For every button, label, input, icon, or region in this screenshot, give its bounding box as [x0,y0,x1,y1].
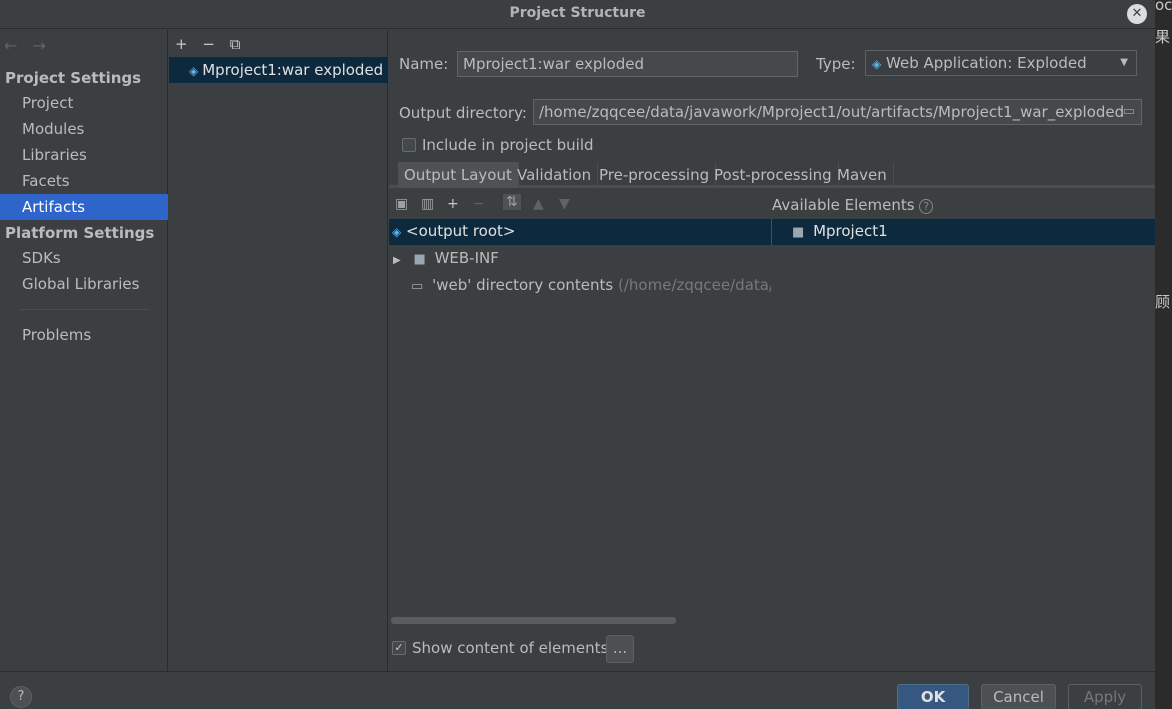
sidebar-item-problems[interactable]: Problems [0,322,168,348]
artifact-root-icon: ◈ [392,225,402,239]
artifacts-toolbar: + − ⧉ [175,35,250,53]
name-label: Name: [399,55,449,73]
back-arrow-icon[interactable]: ← [4,36,17,55]
tree-item-output-root[interactable]: ◈ <output root> [392,222,515,240]
sort-icon[interactable]: ⇅ [503,194,521,210]
close-button[interactable]: ✕ [1127,4,1147,24]
project-settings-heading: Project Settings [5,69,142,87]
archive-icon[interactable]: ▥ [421,196,434,212]
tree-item-path: (/home/zqqcee/data/java [618,276,771,294]
output-layout-tree: ◈ <output root> ▶ ■ WEB-INF ▭ 'web' dire… [389,219,1155,619]
folder-icon: ▭ [411,279,424,294]
platform-settings-heading: Platform Settings [5,224,155,242]
sidebar-item-global-libraries[interactable]: Global Libraries [0,271,168,297]
copy-icon[interactable]: ⧉ [230,35,241,53]
available-item-mproject1[interactable]: ■ Mproject1 [792,222,888,240]
module-folder-icon: ■ [792,225,805,240]
artifact-list-item[interactable]: ◈ Mproject1:war exploded [169,57,388,83]
folder-icon: ■ [413,252,426,267]
background-window-strip: oc 果 顾 [1155,0,1172,709]
tree-item-label: WEB-INF [434,249,499,267]
add-element-icon[interactable]: + [447,196,459,212]
folder-browse-icon[interactable]: ▭ [1123,100,1135,124]
show-content-checkbox[interactable]: ✓ [392,641,406,655]
background-text: 顾 [1155,293,1171,311]
available-elements-header: Available Elements ? [772,196,934,214]
sidebar-item-modules[interactable]: Modules [0,116,168,142]
new-folder-icon[interactable]: ▣ [395,196,408,212]
move-down-icon[interactable]: ▼ [559,196,570,212]
include-in-build-label: Include in project build [422,136,594,154]
sidebar-item-sdks[interactable]: SDKs [0,245,168,271]
settings-sidebar: ← → Project Settings Project Modules Lib… [0,30,168,671]
move-up-icon[interactable]: ▲ [533,196,544,212]
title-bar: Project Structure ✕ [0,0,1155,29]
chevron-down-icon: ▼ [1120,57,1128,68]
more-options-button[interactable]: ... [606,635,634,663]
output-layout-toolbar: ▣ ▥ + − ⇅ ▲ ▼ Available Elements ? [389,192,1155,218]
sidebar-item-project[interactable]: Project [0,90,168,116]
tree-item-label: 'web' directory contents [432,276,614,294]
add-icon[interactable]: + [175,35,188,53]
help-icon[interactable]: ? [919,199,934,214]
tab-pre-processing[interactable]: Pre-processing [593,162,717,188]
ok-button[interactable]: OK [897,684,969,709]
sidebar-divider [20,309,150,310]
remove-icon[interactable]: − [202,35,215,53]
expand-arrow-icon[interactable]: ▶ [393,255,401,266]
horizontal-scrollbar[interactable] [391,617,676,624]
type-select-value: Web Application: Exploded [886,54,1087,72]
apply-button[interactable]: Apply [1068,684,1142,709]
type-select[interactable]: ◈ Web Application: Exploded ▼ [865,50,1137,76]
background-text: oc [1155,0,1172,14]
output-dir-value: /home/zqqcee/data/javawork/Mproject1/out… [539,103,1125,121]
name-field[interactable]: Mproject1:war exploded [457,51,798,77]
output-dir-label: Output directory: [399,104,527,122]
tree-item-web-inf[interactable]: ▶ ■ WEB-INF [393,249,499,267]
help-button[interactable]: ? [10,686,32,708]
sidebar-item-libraries[interactable]: Libraries [0,142,168,168]
cancel-button[interactable]: Cancel [981,684,1056,709]
available-elements-label: Available Elements [772,196,915,214]
dialog-footer: ? OK Cancel Apply [0,671,1155,709]
history-arrows: ← → [4,36,56,55]
close-icon: ✕ [1131,6,1143,21]
tree-item-label: <output root> [406,222,516,240]
tab-validation[interactable]: Validation [511,162,599,188]
web-app-icon: ◈ [872,57,882,71]
artifacts-list-panel: + − ⧉ ◈ Mproject1:war exploded [169,30,388,671]
window-title: Project Structure [509,5,646,21]
tab-bar: Output Layout Validation Pre-processing … [389,162,1155,188]
tree-item-web-dir-contents[interactable]: ▭ 'web' directory contents (/home/zqqcee… [411,276,771,294]
tab-maven[interactable]: Maven [831,162,894,188]
tree-divider[interactable] [771,219,772,245]
include-in-build-checkbox[interactable] [402,138,416,152]
available-item-label: Mproject1 [813,222,888,240]
tab-post-processing[interactable]: Post-processing [708,162,839,188]
background-text: 果 [1155,28,1171,46]
sidebar-item-facets[interactable]: Facets [0,168,168,194]
forward-arrow-icon[interactable]: → [33,36,46,55]
artifact-editor: Name: Mproject1:war exploded Type: ◈ Web… [389,30,1155,671]
web-artifact-icon: ◈ [189,64,199,78]
artifact-label: Mproject1:war exploded [202,61,384,79]
output-dir-field[interactable]: /home/zqqcee/data/javawork/Mproject1/out… [533,99,1142,125]
remove-element-icon[interactable]: − [473,196,485,212]
tab-output-layout[interactable]: Output Layout [398,162,519,188]
type-label: Type: [816,55,856,73]
sidebar-item-artifacts[interactable]: Artifacts [0,194,168,220]
show-content-label: Show content of elements [412,639,609,657]
